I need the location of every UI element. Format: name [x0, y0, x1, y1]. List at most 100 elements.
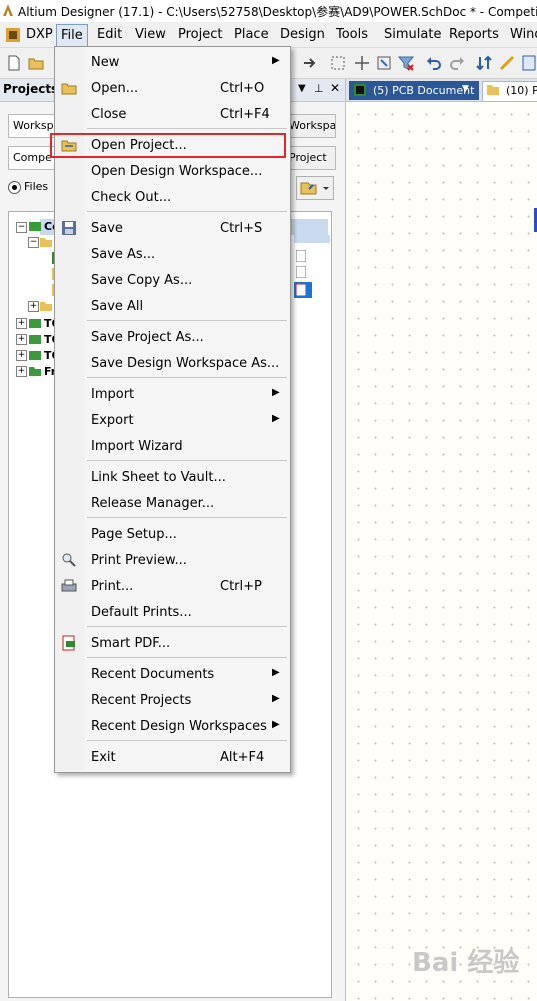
- toolbar-more-icon[interactable]: [522, 55, 537, 71]
- move-icon[interactable]: [354, 55, 370, 71]
- menu-project[interactable]: Project: [178, 27, 222, 42]
- schematic-canvas[interactable]: [346, 102, 537, 1001]
- submenu-arrow-icon: ▶: [272, 693, 280, 704]
- clear-filter-icon[interactable]: [397, 55, 415, 71]
- menu-item-recent-design-workspaces[interactable]: Recent Design Workspaces ▶: [55, 713, 288, 739]
- menu-item-link-sheet-to-vault[interactable]: Link Sheet to Vault...: [55, 464, 288, 490]
- menu-separator: [87, 740, 287, 741]
- menu-view[interactable]: View: [135, 27, 166, 42]
- menu-separator: [87, 657, 287, 658]
- menu-item-recent-projects[interactable]: Recent Projects ▶: [55, 687, 288, 713]
- menu-item-release-manager[interactable]: Release Manager...: [55, 490, 288, 516]
- tree-expand-toggle[interactable]: +: [16, 318, 27, 329]
- tree-expand-toggle[interactable]: +: [16, 334, 27, 345]
- project-icon: [29, 333, 41, 348]
- dxp-icon: [6, 28, 20, 42]
- menu-separator: [87, 377, 287, 378]
- menu-item-close[interactable]: Close Ctrl+F4: [55, 101, 288, 127]
- folder-icon: [29, 365, 41, 379]
- menu-reports[interactable]: Reports: [449, 27, 499, 42]
- panel-close-icon[interactable]: ✕: [330, 81, 340, 95]
- menu-item-print[interactable]: Print... Ctrl+P: [55, 573, 288, 599]
- menu-place[interactable]: Place: [234, 27, 269, 42]
- menu-item-import-wizard[interactable]: Import Wizard: [55, 433, 288, 459]
- tree-folder-toggle[interactable]: −: [28, 237, 39, 248]
- submenu-arrow-icon: ▶: [272, 387, 280, 398]
- menu-item-export[interactable]: Export ▶: [55, 407, 288, 433]
- select-area-icon[interactable]: [330, 55, 346, 71]
- menu-tools[interactable]: Tools: [336, 27, 368, 42]
- menu-file[interactable]: File: [56, 24, 88, 47]
- projects-panel-title: Projects: [3, 82, 59, 96]
- menu-item-check-out[interactable]: Check Out...: [55, 184, 288, 210]
- menu-item-new[interactable]: New ▶: [55, 49, 288, 75]
- menu-item-recent-documents[interactable]: Recent Documents ▶: [55, 661, 288, 687]
- menu-design[interactable]: Design: [280, 27, 325, 42]
- tab-dropdown-icon[interactable]: ▼: [462, 84, 469, 94]
- menu-simulate[interactable]: Simulate: [384, 27, 441, 42]
- pcb-icon: [354, 84, 366, 99]
- toolbar-arrow-icon[interactable]: [302, 55, 318, 71]
- project-button[interactable]: Project: [284, 146, 336, 170]
- redo-icon[interactable]: [449, 55, 465, 71]
- submenu-arrow-icon: ▶: [272, 55, 280, 66]
- menu-item-save-all[interactable]: Save All: [55, 293, 288, 319]
- workspace-field[interactable]: Worksp: [8, 114, 56, 138]
- undo-icon[interactable]: [426, 55, 442, 71]
- window-title: Altium Designer (17.1) - C:\Users\52758\…: [18, 5, 537, 19]
- menu-item-print-preview[interactable]: Print Preview...: [55, 547, 288, 573]
- printer-icon: [61, 578, 77, 594]
- menu-item-exit[interactable]: Exit Alt+F4: [55, 744, 288, 770]
- submenu-arrow-icon: ▶: [272, 413, 280, 424]
- menu-separator: [87, 320, 287, 321]
- menu-item-smart-pdf[interactable]: Smart PDF...: [55, 630, 288, 656]
- menu-separator: [87, 211, 287, 212]
- menu-item-save-project-as[interactable]: Save Project As...: [55, 324, 288, 350]
- submenu-arrow-icon: ▶: [272, 667, 280, 678]
- menu-window[interactable]: Wind: [510, 27, 537, 42]
- folder-icon: [40, 236, 52, 250]
- app-logo-icon: [2, 3, 14, 17]
- menu-item-import[interactable]: Import ▶: [55, 381, 288, 407]
- tree-expand-toggle[interactable]: +: [16, 350, 27, 361]
- files-radio[interactable]: [8, 181, 21, 194]
- open-folder-icon[interactable]: [28, 55, 44, 71]
- status-grid-header: [294, 235, 330, 243]
- tab-pc-label: (10) PC: [506, 84, 537, 97]
- menu-separator: [87, 128, 287, 129]
- print-preview-icon: [61, 552, 77, 568]
- menu-separator: [87, 517, 287, 518]
- open-project-highlight: [50, 133, 286, 158]
- tree-expand-toggle[interactable]: +: [16, 366, 27, 377]
- menu-item-save-as[interactable]: Save As...: [55, 241, 288, 267]
- project-options-button[interactable]: [296, 176, 334, 200]
- save-disk-icon: [61, 220, 77, 236]
- tree-collapse-toggle[interactable]: −: [16, 222, 27, 233]
- pin-icon[interactable]: ⊥: [314, 82, 324, 95]
- menu-item-save-design-workspace-as[interactable]: Save Design Workspace As...: [55, 350, 288, 376]
- open-folder-icon: [61, 80, 77, 96]
- menu-item-open[interactable]: Open... Ctrl+O: [55, 75, 288, 101]
- files-radio-label: Files: [24, 180, 49, 193]
- file-status-icon: [295, 265, 307, 281]
- workspace-button[interactable]: Workspace: [284, 114, 336, 138]
- project-icon: [29, 317, 41, 332]
- menu-separator: [87, 460, 287, 461]
- new-document-icon[interactable]: [6, 55, 22, 71]
- menu-item-default-prints[interactable]: Default Prints...: [55, 599, 288, 625]
- menu-item-open-design-workspace[interactable]: Open Design Workspace...: [55, 158, 288, 184]
- select-inside-icon[interactable]: [376, 55, 392, 71]
- tree-expand-toggle[interactable]: +: [28, 301, 39, 312]
- project-field[interactable]: Compe: [8, 146, 56, 170]
- panel-menu-icon[interactable]: ▼: [298, 83, 306, 94]
- menu-edit[interactable]: Edit: [97, 27, 122, 42]
- menu-item-save[interactable]: Save Ctrl+S: [55, 215, 288, 241]
- folder-icon: [40, 300, 52, 314]
- menu-item-save-copy-as[interactable]: Save Copy As...: [55, 267, 288, 293]
- project-icon: [29, 349, 41, 364]
- menu-dxp[interactable]: DXP: [26, 27, 53, 42]
- pdf-status-icon: [295, 283, 307, 299]
- wire-tool-icon[interactable]: [499, 55, 515, 71]
- menu-item-page-setup[interactable]: Page Setup...: [55, 521, 288, 547]
- up-down-hierarchy-icon[interactable]: [476, 55, 492, 71]
